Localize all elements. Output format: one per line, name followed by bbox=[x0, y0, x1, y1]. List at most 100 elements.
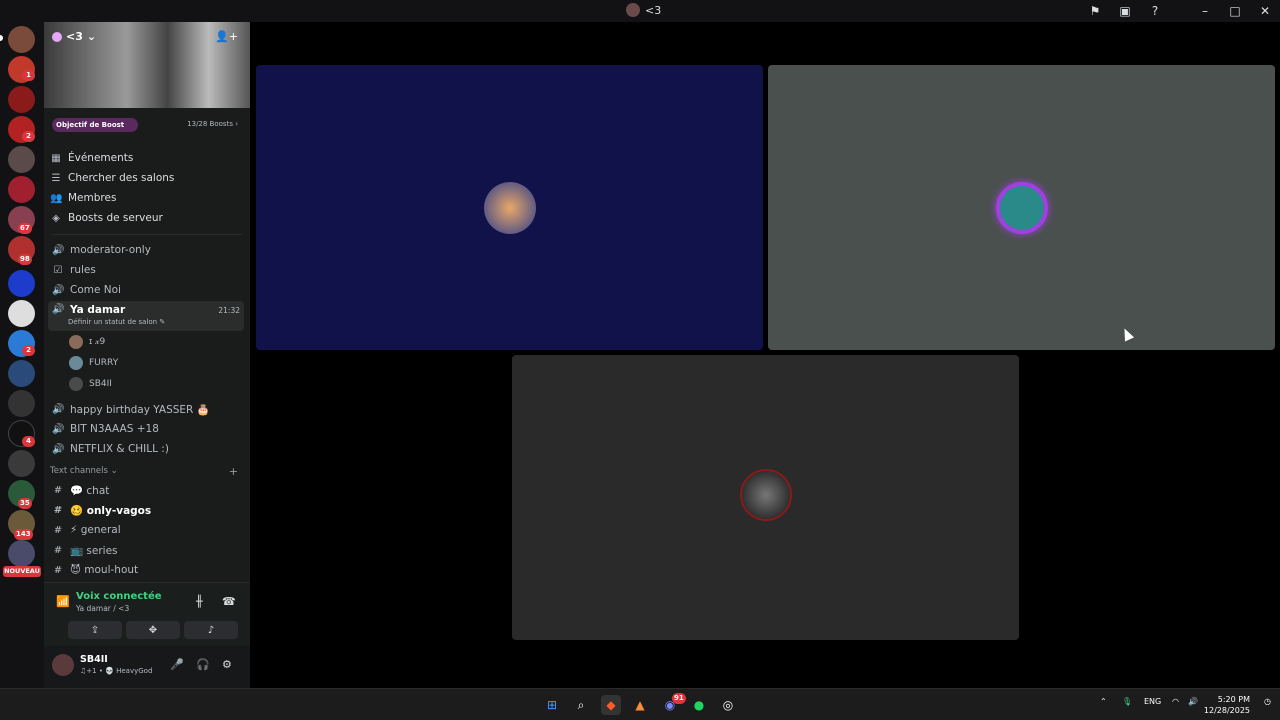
invite-icon[interactable]: 👤+ bbox=[215, 30, 238, 43]
channel-rules[interactable]: ☑ rules bbox=[48, 260, 244, 280]
browse-icon: ☰ bbox=[51, 172, 61, 184]
maximize-icon[interactable]: □ bbox=[1220, 3, 1250, 19]
category-text-channels[interactable]: Text channels ⌄ + bbox=[50, 465, 242, 478]
voice-status: Voix connectée bbox=[76, 591, 162, 602]
new-badge: NOUVEAU bbox=[3, 566, 41, 577]
help-icon[interactable]: ? bbox=[1140, 3, 1170, 19]
flag-icon[interactable]: ⚑ bbox=[1080, 3, 1110, 19]
server-icon[interactable] bbox=[8, 360, 35, 387]
participant-tile[interactable] bbox=[256, 65, 763, 350]
voice-user[interactable]: ɪ 𝓍𝟫 bbox=[69, 333, 105, 351]
divider bbox=[52, 234, 242, 235]
avatar bbox=[69, 377, 83, 391]
participant-tile[interactable] bbox=[768, 65, 1275, 350]
voice-connected-panel: 📶 Voix connectée Ya damar / <3 ╫ ☎ ▨ ⇪ ✥… bbox=[44, 582, 250, 646]
boost-icon: ◈ bbox=[52, 212, 60, 224]
voice-user[interactable]: SB4II bbox=[69, 375, 112, 393]
settings-icon[interactable]: ⚙ bbox=[222, 658, 232, 671]
brave-browser-icon[interactable]: ◆ bbox=[601, 695, 621, 715]
menu-members[interactable]: 👥 Membres bbox=[50, 189, 242, 207]
voice-active-icon: 🔊 bbox=[52, 304, 65, 315]
hash-icon: # bbox=[53, 504, 63, 516]
screen-share-button[interactable]: ⇪ bbox=[68, 621, 122, 639]
hash-icon: # bbox=[53, 484, 63, 496]
avatar bbox=[996, 182, 1048, 234]
voice-user[interactable]: FURRY bbox=[69, 354, 118, 372]
close-icon[interactable]: ✕ bbox=[1250, 3, 1280, 19]
user-status: ♫+1 • 💀 HeavyGod bbox=[80, 667, 153, 675]
members-icon: 👥 bbox=[50, 192, 63, 204]
speaker-icon: 🔊 bbox=[52, 284, 65, 296]
screen-icon[interactable]: ▣ bbox=[1110, 3, 1140, 19]
voice-time: 21:32 bbox=[218, 306, 240, 315]
server-icon[interactable] bbox=[8, 450, 35, 477]
window-title: <3 bbox=[626, 3, 661, 17]
boost-goal-label: Objectif de Boost bbox=[52, 118, 138, 132]
channel-moul-hout[interactable]: # 😈 moul-hout bbox=[48, 560, 244, 580]
boost-gem-icon bbox=[52, 31, 62, 42]
set-channel-status[interactable]: Définir un statut de salon ✎ bbox=[68, 318, 165, 326]
avatar bbox=[69, 335, 83, 349]
speaker-icon: 🔊 bbox=[52, 403, 65, 415]
channel-ya-damar[interactable]: 🔊 Ya damar 21:32 Définir un statut de sa… bbox=[48, 301, 244, 331]
search-icon[interactable]: ⌕ bbox=[571, 695, 591, 715]
rules-icon: ☑ bbox=[53, 264, 63, 276]
chevron-up-icon[interactable]: ⌃ bbox=[1100, 697, 1107, 706]
server-icon[interactable] bbox=[8, 270, 35, 297]
avatar[interactable] bbox=[52, 654, 74, 676]
server-icon[interactable] bbox=[8, 146, 35, 173]
app-icon[interactable]: ◎ bbox=[718, 695, 738, 715]
participant-tile[interactable] bbox=[512, 355, 1019, 640]
menu-server-boosts[interactable]: ◈ Boosts de serveur bbox=[50, 209, 242, 227]
server-icon[interactable] bbox=[8, 86, 35, 113]
wifi-icon[interactable]: ◠ bbox=[1172, 697, 1179, 706]
app-icon[interactable]: ▲ bbox=[630, 695, 650, 715]
add-channel-icon[interactable]: + bbox=[229, 465, 238, 478]
taskbar: ⊞ ⌕ ◆ ▲ ◉ 91 ● ◎ ⌃ 🎙 ENG ◠ 🔊 5:20 PM 12/… bbox=[0, 688, 1280, 720]
voice-channel-path[interactable]: Ya damar / <3 bbox=[76, 604, 129, 613]
server-icon[interactable] bbox=[8, 540, 35, 567]
signal-icon[interactable]: 📶 bbox=[56, 595, 70, 608]
headphones-icon[interactable]: 🎧 bbox=[196, 658, 210, 671]
title-bar: <3 ⚑ ▣ ? – □ ✕ bbox=[0, 0, 1280, 22]
activities-icon: ✥ bbox=[148, 624, 158, 636]
hash-icon: # bbox=[53, 524, 63, 536]
channel-come-noi[interactable]: 🔊 Come Noi bbox=[48, 280, 244, 300]
channel-series[interactable]: # 📺 series bbox=[48, 540, 244, 560]
menu-browse-channels[interactable]: ☰ Chercher des salons bbox=[50, 169, 242, 187]
discord-badge: 91 bbox=[672, 693, 686, 704]
avatar bbox=[69, 356, 83, 370]
channel-only-vagos[interactable]: # 🥴 only-vagos bbox=[48, 500, 244, 520]
microphone-icon[interactable]: 🎤 bbox=[170, 658, 184, 671]
soundboard-button[interactable]: ♪ bbox=[184, 621, 238, 639]
disconnect-icon[interactable]: ☎ bbox=[222, 595, 236, 608]
volume-icon[interactable]: 🔊 bbox=[1188, 697, 1198, 706]
channel-bit-n3aaas[interactable]: 🔊 BIT N3AAAS +18 bbox=[48, 419, 244, 439]
server-name-dropdown[interactable]: <3 ⌄ bbox=[52, 30, 96, 43]
channel-general[interactable]: # ⚡ general bbox=[48, 520, 244, 540]
minimize-icon[interactable]: – bbox=[1190, 3, 1220, 19]
speaker-icon: 🔊 bbox=[52, 423, 65, 435]
username[interactable]: SB4II bbox=[80, 654, 108, 665]
channel-happy-birthday[interactable]: 🔊 happy birthday YASSER 🎂 bbox=[48, 399, 244, 419]
server-icon[interactable] bbox=[8, 390, 35, 417]
clock[interactable]: 5:20 PM 12/28/2025 bbox=[1204, 694, 1250, 716]
server-icon[interactable] bbox=[8, 176, 35, 203]
channel-moderator-only[interactable]: 🔊 moderator-only bbox=[48, 240, 244, 260]
windows-start-icon[interactable]: ⊞ bbox=[542, 695, 562, 715]
channel-chat[interactable]: # 💬 chat bbox=[48, 480, 244, 500]
spotify-icon[interactable]: ● bbox=[689, 695, 709, 715]
channel-netflix-chill[interactable]: 🔊 NETFLIX & CHILL :) bbox=[48, 439, 244, 459]
speaker-icon: 🔊 bbox=[52, 443, 65, 455]
notification-icon[interactable]: ◷ bbox=[1264, 697, 1271, 706]
boost-goal[interactable]: Objectif de Boost 13/28 Boosts › bbox=[52, 118, 238, 132]
activities-button[interactable]: ✥ bbox=[126, 621, 180, 639]
avatar bbox=[484, 182, 536, 234]
server-icon[interactable] bbox=[8, 300, 35, 327]
hash-icon: # bbox=[53, 544, 63, 556]
menu-events[interactable]: ▦ Événements bbox=[50, 149, 242, 167]
language-indicator[interactable]: ENG bbox=[1144, 697, 1161, 706]
server-icon[interactable] bbox=[8, 26, 35, 53]
microphone-icon[interactable]: 🎙 bbox=[1122, 697, 1132, 706]
noise-suppression-icon[interactable]: ╫ bbox=[196, 595, 203, 608]
